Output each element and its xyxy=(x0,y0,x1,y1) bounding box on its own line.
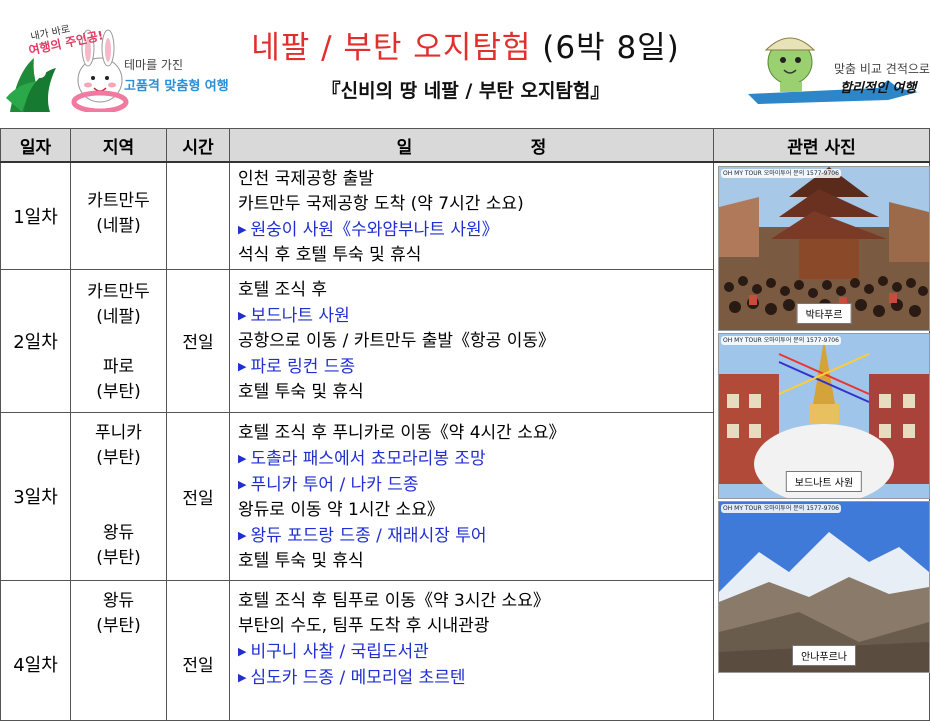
time-cell xyxy=(166,161,230,270)
photo-annapurna: OH MY TOUR 오마이투어 문의 1577-9706 안나푸르나 xyxy=(718,501,930,673)
photo-caption: 박타푸르 xyxy=(796,303,852,324)
table-header-row: 일자 지역 시간 일 정 관련 사진 xyxy=(0,128,930,163)
plan-line-highlight: ▶ 보드나트 사원 xyxy=(238,303,713,329)
triangle-bullet-icon: ▶ xyxy=(238,670,247,684)
plan-line-text: 파로 링컨 드종 xyxy=(250,356,356,377)
region-line: (네팔) xyxy=(96,216,141,236)
plan-line: 인천 국제공항 출발 xyxy=(238,169,374,189)
title-main: 네팔 / 부탄 오지탐험 xyxy=(251,30,532,66)
plan-cell: 인천 국제공항 출발 카트만두 국제공항 도착 (약 7시간 소요) ▶ 원숭이 … xyxy=(229,161,714,270)
region-cell: 카트만두 (네팔) xyxy=(70,161,167,270)
triangle-bullet-icon: ▶ xyxy=(238,451,247,465)
right-brand-tagline: 맞춤 비교 견적으로 xyxy=(834,62,930,76)
time-cell: 전일 xyxy=(166,411,230,581)
region-line: 왕듀 xyxy=(102,522,135,543)
plan-line: 호텔 조식 후 xyxy=(238,279,328,300)
region-line: 카트만두 xyxy=(87,191,150,211)
triangle-bullet-icon: ▶ xyxy=(238,528,247,542)
plan-line: 왕듀로 이동 약 1시간 소요》 xyxy=(238,499,444,520)
region-line: (부탄) xyxy=(96,615,141,636)
day-cell: 4일차 xyxy=(0,579,71,721)
plan-line-text: 도촐라 패스에서 쵸모라리봉 조망 xyxy=(250,448,486,469)
document-header: 내가 바로 여행의 주인공! 테마를 가진 고품격 맞춤형 여행 네팔 / 부탄… xyxy=(0,0,931,125)
plan-line-highlight: ▶ 왕듀 포드랑 드종 / 재래시장 투어 xyxy=(238,523,713,549)
region-line: 파로 xyxy=(102,356,135,377)
region-cell: 카트만두 (네팔) 파로 (부탄) xyxy=(70,268,167,413)
triangle-bullet-icon: ▶ xyxy=(238,308,247,322)
region-line xyxy=(71,471,166,496)
plan-line-highlight: ▶ 도촐라 패스에서 쵸모라리봉 조망 xyxy=(238,446,713,472)
photo-caption: 보드나트 사원 xyxy=(785,471,863,492)
photo-watermark: OH MY TOUR 오마이투어 문의 1577-9706 xyxy=(721,336,841,345)
triangle-bullet-icon: ▶ xyxy=(238,644,247,658)
plan-line: 카트만두 국제공항 도착 (약 7시간 소요) xyxy=(238,194,524,214)
photo-watermark: OH MY TOUR 오마이투어 문의 1577-9706 xyxy=(721,504,841,513)
time-cell: 전일 xyxy=(166,579,230,721)
plan-line: 호텔 조식 후 팀푸로 이동《약 3시간 소요》 xyxy=(238,590,550,611)
time-cell: 전일 xyxy=(166,268,230,413)
day-cell: 1일차 xyxy=(0,161,71,270)
right-brand-strong: 합리적인 여행 xyxy=(840,81,917,96)
region-line: 왕듀 xyxy=(102,590,135,611)
region-line xyxy=(71,330,166,355)
triangle-bullet-icon: ▶ xyxy=(238,359,247,373)
header-time: 시간 xyxy=(166,128,230,163)
plan-line: 석식 후 호텔 투숙 및 휴식 xyxy=(238,245,422,265)
region-cell: 푸니카 (부탄) 왕듀 (부탄) xyxy=(70,411,167,581)
day-cell: 2일차 xyxy=(0,268,71,413)
plan-cell: 호텔 조식 후 푸니카로 이동《약 4시간 소요》 ▶ 도촐라 패스에서 쵸모라리… xyxy=(229,411,714,581)
plan-line-text: 보드나트 사원 xyxy=(250,305,350,326)
header-day: 일자 xyxy=(0,128,71,163)
triangle-bullet-icon: ▶ xyxy=(238,223,247,236)
day-cell: 3일차 xyxy=(0,411,71,581)
plan-line-text: 푸니카 투어 / 나카 드종 xyxy=(250,474,419,495)
photo-caption: 안나푸르나 xyxy=(792,645,856,666)
plan-line: 부탄의 수도, 팀푸 도착 후 시내관광 xyxy=(238,615,490,636)
plan-line: 공항으로 이동 / 카트만두 출발《항공 이동》 xyxy=(238,330,555,351)
plan-line: 호텔 투숙 및 휴식 xyxy=(238,550,364,571)
triangle-bullet-icon: ▶ xyxy=(238,477,247,491)
region-line: (네팔) xyxy=(96,306,141,327)
header-plan: 일 정 xyxy=(229,128,714,163)
plan-cell: 호텔 조식 후 팀푸로 이동《약 3시간 소요》 부탄의 수도, 팀푸 도착 후… xyxy=(229,579,714,721)
header-region: 지역 xyxy=(70,128,167,163)
photo-boudhanath: OH MY TOUR 오마이투어 문의 1577-9706 보드나트 사원 xyxy=(718,333,930,499)
plan-cell: 호텔 조식 후 ▶ 보드나트 사원 공항으로 이동 / 카트만두 출발《항공 이동… xyxy=(229,268,714,413)
region-cell: 왕듀 (부탄) xyxy=(70,579,167,721)
plan-line-highlight: ▶ 원숭이 사원《수와얌부나트 사원》 xyxy=(238,217,713,243)
table-row: 1일차 카트만두 (네팔) 인천 국제공항 출발 카트만두 국제공항 도착 (약… xyxy=(0,161,930,721)
photo-column: OH MY TOUR 오마이투어 문의 1577-9706 박타푸르 OH MY… xyxy=(713,161,930,721)
plan-line-highlight: ▶ 파로 링컨 드종 xyxy=(238,354,713,380)
header-photo: 관련 사진 xyxy=(713,128,930,163)
region-line: (부탄) xyxy=(96,447,141,468)
photo-watermark: OH MY TOUR 오마이투어 문의 1577-9706 xyxy=(721,169,841,178)
plan-line-highlight: ▶ 푸니카 투어 / 나카 드종 xyxy=(238,472,713,498)
region-line: (부탄) xyxy=(96,381,141,402)
plan-line-text: 비구니 사찰 / 국립도서관 xyxy=(250,641,429,662)
plan-line-highlight: ▶ 비구니 사찰 / 국립도서관 xyxy=(238,639,713,665)
region-line: (부탄) xyxy=(96,547,141,568)
region-line: 푸니카 xyxy=(95,422,142,443)
region-line xyxy=(71,496,166,521)
plan-line-text: 왕듀 포드랑 드종 / 재래시장 투어 xyxy=(250,525,487,546)
plan-line: 호텔 투숙 및 휴식 xyxy=(238,381,364,402)
plan-line-text: 원숭이 사원《수와얌부나트 사원》 xyxy=(250,220,499,240)
plan-line: 호텔 조식 후 푸니카로 이동《약 4시간 소요》 xyxy=(238,422,566,443)
title-suffix: (6박 8일) xyxy=(542,30,680,66)
photo-bhaktapur: OH MY TOUR 오마이투어 문의 1577-9706 박타푸르 xyxy=(718,166,930,331)
itinerary-table: 일자 지역 시간 일 정 관련 사진 1일차 카트만두 (네팔) 인천 국제공항… xyxy=(0,128,930,721)
region-line: 카트만두 xyxy=(87,281,150,302)
